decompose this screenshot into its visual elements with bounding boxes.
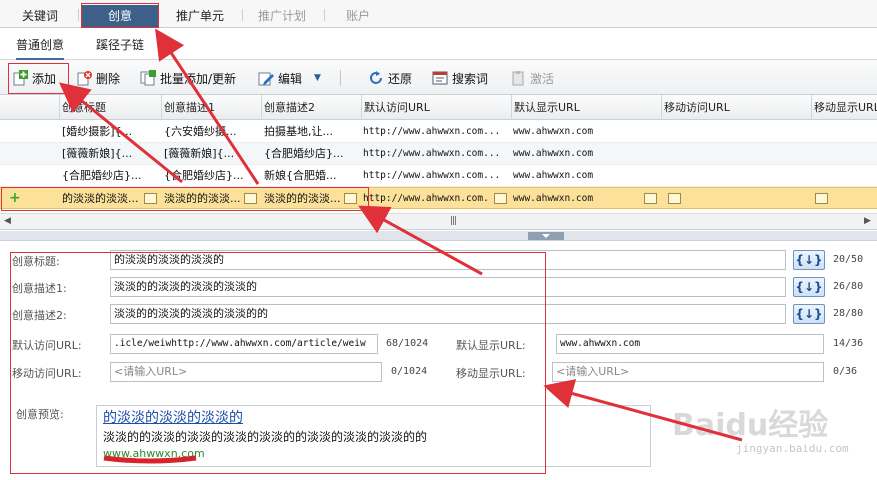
annotation-arrows — [59, 28, 743, 464]
redaction-scribble — [103, 455, 197, 464]
arrow-lines — [59, 28, 743, 442]
